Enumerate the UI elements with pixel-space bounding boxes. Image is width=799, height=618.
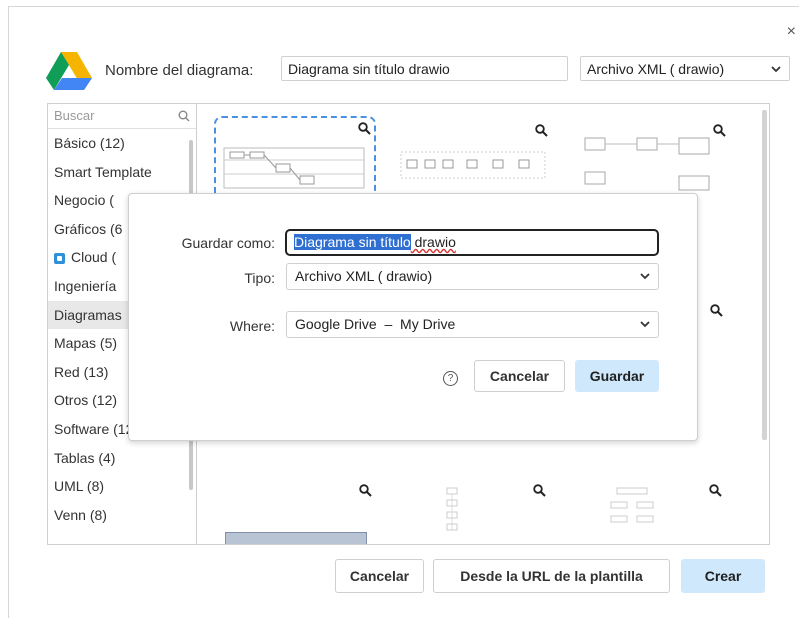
cancel-save-button[interactable]: Cancelar xyxy=(474,360,565,392)
file-format-select[interactable]: Archivo XML ( drawio) xyxy=(580,56,790,81)
where-value: Google Drive – My Drive xyxy=(295,316,456,332)
save-as-label: Guardar como: xyxy=(181,235,275,251)
category-basic[interactable]: Básico (12) xyxy=(48,129,196,158)
save-button[interactable]: Guardar xyxy=(575,360,659,392)
category-tables[interactable]: Tablas (4) xyxy=(48,444,196,473)
template-preview xyxy=(446,487,458,531)
from-template-url-button[interactable]: Desde la URL de la plantilla xyxy=(433,559,670,593)
where-select[interactable]: Google Drive – My Drive xyxy=(286,311,659,338)
chevron-down-icon xyxy=(640,312,650,344)
template-thumbnail[interactable] xyxy=(577,116,727,201)
zoom-icon[interactable] xyxy=(359,484,372,500)
template-preview xyxy=(225,532,367,544)
zoom-icon[interactable] xyxy=(533,484,546,500)
help-icon[interactable]: ? xyxy=(443,371,458,386)
search-placeholder: Buscar xyxy=(54,108,95,123)
save-as-input[interactable]: Diagrama sin título drawio xyxy=(285,229,659,256)
category-smart-template[interactable]: Smart Template xyxy=(48,158,196,187)
cloud-icon xyxy=(54,253,65,265)
type-select[interactable]: Archivo XML ( drawio) xyxy=(286,263,659,290)
template-search-input[interactable]: Buscar xyxy=(48,104,196,129)
search-icon xyxy=(178,104,190,136)
template-preview xyxy=(610,487,654,523)
template-scrollbar[interactable] xyxy=(762,110,767,440)
category-venn[interactable]: Venn (8) xyxy=(48,501,196,530)
zoom-icon[interactable] xyxy=(709,484,722,500)
template-preview xyxy=(584,137,710,191)
template-thumbnail[interactable] xyxy=(397,116,548,201)
category-uml[interactable]: UML (8) xyxy=(48,472,196,501)
diagram-name-input[interactable]: Diagrama sin título drawio xyxy=(281,56,568,81)
zoom-icon[interactable] xyxy=(713,124,726,140)
zoom-icon[interactable] xyxy=(358,122,371,138)
create-button[interactable]: Crear xyxy=(681,559,765,593)
zoom-icon[interactable] xyxy=(710,304,723,320)
file-format-value: Archivo XML ( drawio) xyxy=(587,61,725,77)
template-preview xyxy=(400,151,546,179)
where-label: Where: xyxy=(229,318,275,334)
chevron-down-icon xyxy=(640,264,650,296)
category-cloud-label: Cloud ( xyxy=(71,249,117,266)
cancel-button[interactable]: Cancelar xyxy=(335,559,424,593)
chevron-down-icon xyxy=(771,57,781,90)
save-dialog: Guardar como: Diagrama sin título drawio… xyxy=(128,193,698,441)
type-value: Archivo XML ( drawio) xyxy=(295,268,433,284)
save-as-suffix: drawio xyxy=(410,234,456,250)
selected-text: Diagrama sin título xyxy=(294,234,411,250)
type-label: Tipo: xyxy=(244,270,275,286)
close-icon[interactable]: × xyxy=(787,23,796,41)
diagram-name-label: Nombre del diagrama: xyxy=(105,62,254,79)
zoom-icon[interactable] xyxy=(535,124,548,140)
google-drive-logo xyxy=(46,52,92,90)
